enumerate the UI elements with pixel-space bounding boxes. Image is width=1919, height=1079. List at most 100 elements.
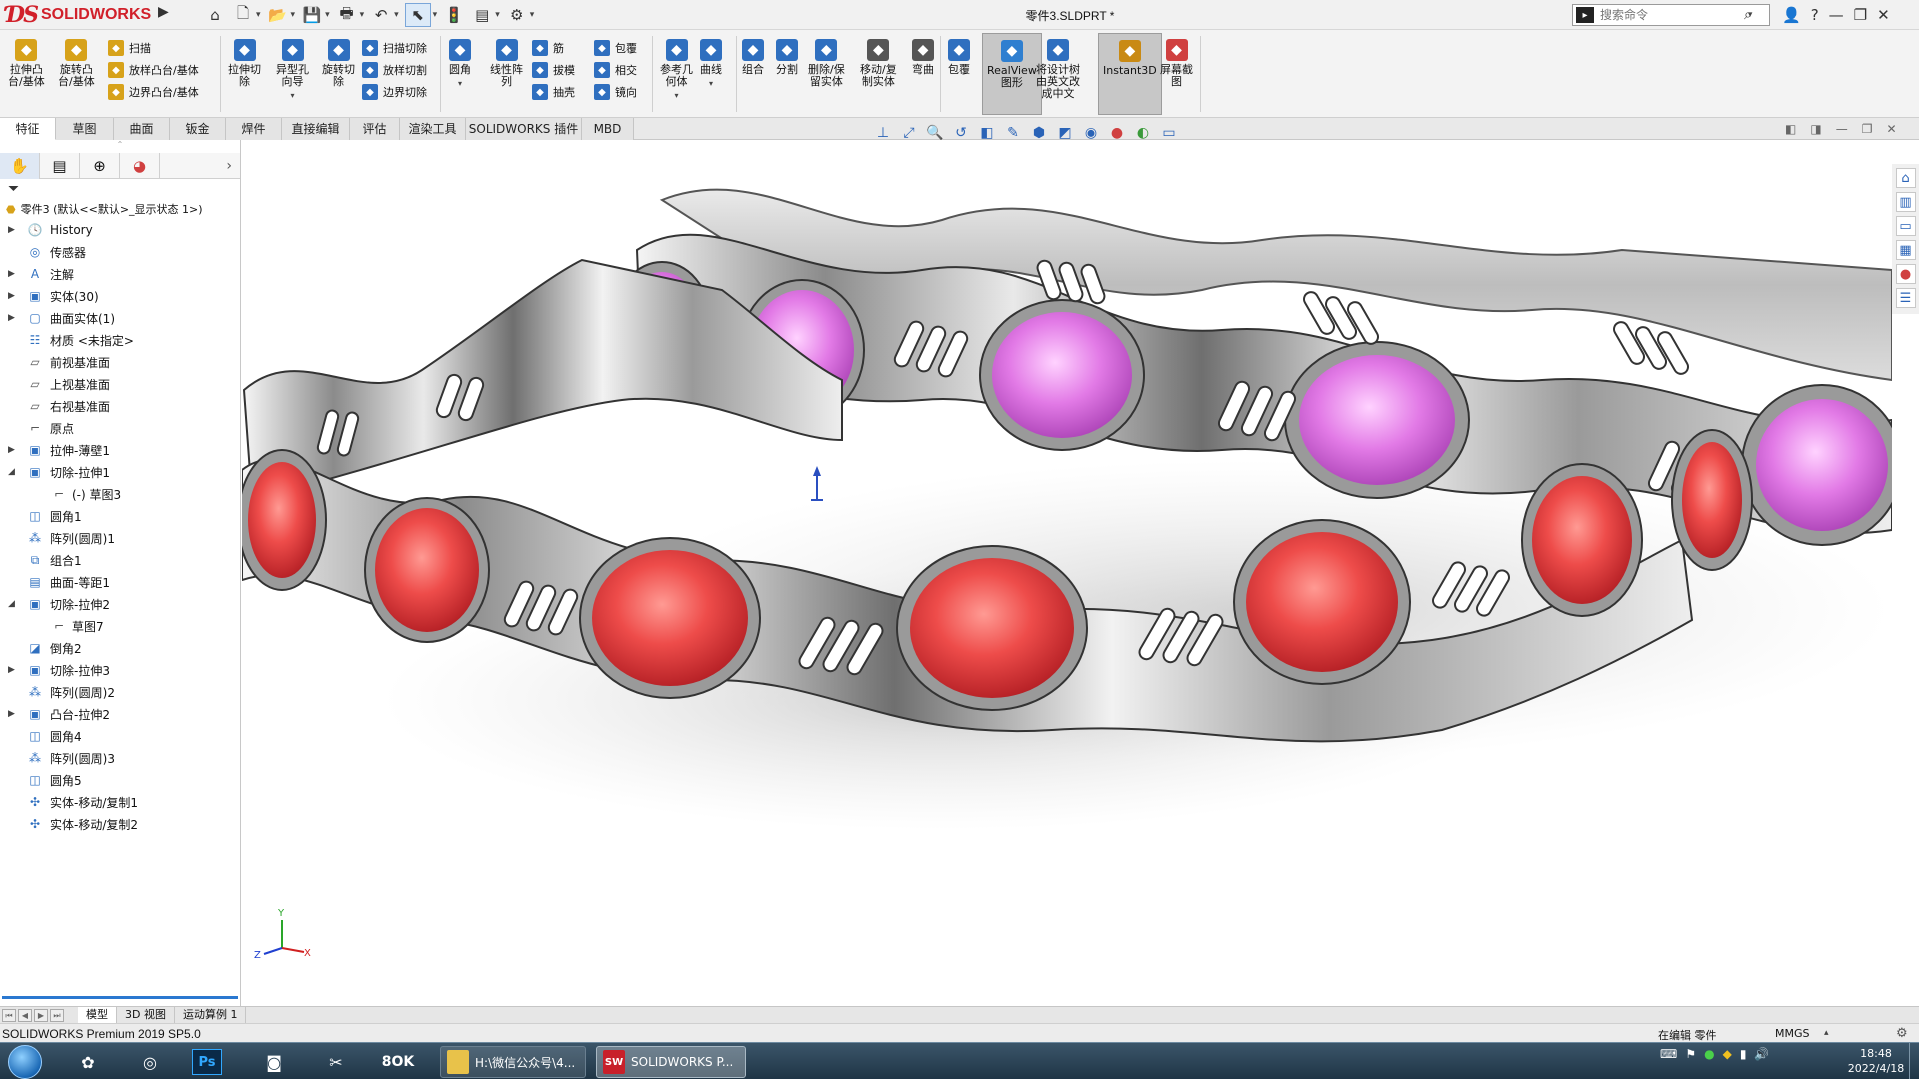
rollback-bar[interactable] bbox=[2, 996, 238, 999]
tree-node[interactable]: ⁂ 阵列(圆周)1 bbox=[0, 527, 240, 549]
tab-5[interactable]: 直接编辑 bbox=[282, 118, 350, 140]
open-document-icon[interactable]: 📂 bbox=[267, 3, 289, 27]
tab-prev-icon[interactable]: ◀ bbox=[18, 1008, 32, 1022]
custom-properties-icon[interactable]: ☰ bbox=[1895, 288, 1916, 308]
save-dropdown-icon[interactable]: ▾ bbox=[325, 10, 330, 20]
taskbar-clock[interactable]: 18:48 2022/4/18 bbox=[1846, 1046, 1906, 1076]
viewport-restore-icon[interactable]: ❐ bbox=[1862, 122, 1873, 136]
new-document-icon[interactable]: 🗋 bbox=[232, 3, 254, 27]
status-options-icon[interactable]: ⚙ bbox=[1896, 1026, 1908, 1041]
tree-node[interactable]: ◢ ▣ 切除-拉伸2 bbox=[0, 593, 240, 615]
tree-node[interactable]: ▶ ▢ 曲面实体(1) bbox=[0, 307, 240, 329]
command-split-button[interactable]: ◆ 分割 bbox=[776, 39, 798, 76]
command-combine-button[interactable]: ◆ 组合 bbox=[742, 39, 764, 76]
command-wrap-button[interactable]: ◆ 包覆 bbox=[948, 39, 970, 76]
minimize-icon[interactable]: — bbox=[1829, 6, 1844, 24]
command-shell-button[interactable]: ◆ 抽壳 bbox=[532, 84, 575, 100]
viewport-minimize-icon[interactable]: — bbox=[1836, 122, 1848, 136]
search-input[interactable] bbox=[1600, 8, 1740, 22]
command-hole-wizard-button[interactable]: ◆ 异型孔 向导 ▾ bbox=[276, 39, 309, 102]
new-dropdown-icon[interactable]: ▾ bbox=[256, 10, 261, 20]
command-extruded-boss-button[interactable]: ◆ 拉伸凸 台/基体 bbox=[8, 39, 45, 88]
file-explorer-icon[interactable]: ▭ bbox=[1895, 216, 1916, 236]
tray-wechat-icon[interactable]: ● bbox=[1704, 1047, 1714, 1061]
rebuild-icon[interactable]: 🚦 bbox=[443, 3, 465, 27]
tab-0[interactable]: 特征 bbox=[0, 118, 56, 140]
command-realview-button[interactable]: ◆ RealView 图形 bbox=[982, 33, 1042, 115]
command-reference-geometry-button[interactable]: ◆ 参考几 何体 ▾ bbox=[660, 39, 693, 102]
tab-next-icon[interactable]: ▶ bbox=[34, 1008, 48, 1022]
tab-4[interactable]: 焊件 bbox=[226, 118, 282, 140]
command-design-tree-button[interactable]: ◆ 将设计树 由英文改 成中文 bbox=[1036, 39, 1080, 100]
options-dropdown-icon[interactable]: ▾ bbox=[530, 10, 535, 20]
dropdown-arrow-icon[interactable]: ▾ bbox=[458, 78, 462, 90]
tree-node[interactable]: ⌐ 草图7 bbox=[0, 615, 240, 637]
browser-icon[interactable]: ◎ bbox=[130, 1046, 170, 1078]
command-extruded-cut-button[interactable]: ◆ 拉伸切 除 bbox=[228, 39, 261, 88]
command-revolved-cut-button[interactable]: ◆ 旋转切 除 bbox=[322, 39, 355, 88]
tree-node[interactable]: ▱ 前视基准面 bbox=[0, 351, 240, 373]
tab-3[interactable]: 钣金 bbox=[170, 118, 226, 140]
help-icon[interactable]: ? bbox=[1811, 6, 1819, 24]
expand-toggle-icon[interactable]: ◢ bbox=[8, 467, 18, 477]
search-dropdown-icon[interactable]: ▾ bbox=[1748, 10, 1753, 20]
tree-node[interactable]: ⁂ 阵列(圆周)2 bbox=[0, 681, 240, 703]
expand-toggle-icon[interactable]: ▶ bbox=[8, 445, 18, 455]
tray-keyboard-icon[interactable]: ⌨ bbox=[1660, 1047, 1677, 1061]
tree-node[interactable]: ⌐ (-) 草图3 bbox=[0, 483, 240, 505]
command-intersect-button[interactable]: ◆ 相交 bbox=[594, 62, 637, 78]
command-curves-button[interactable]: ◆ 曲线 ▾ bbox=[700, 39, 722, 90]
home-icon[interactable]: ⌂ bbox=[204, 3, 226, 27]
display-manager-tab-icon[interactable]: ◕ bbox=[120, 152, 160, 179]
dropdown-arrow-icon[interactable]: ▾ bbox=[674, 90, 678, 102]
select-dropdown-icon[interactable]: ▾ bbox=[433, 10, 438, 20]
tree-node[interactable]: ✣ 实体-移动/复制2 bbox=[0, 813, 240, 835]
filter-icon[interactable]: ⏷ bbox=[0, 179, 240, 199]
tray-network-icon[interactable]: ▮ bbox=[1740, 1047, 1747, 1061]
tree-node[interactable]: ◫ 圆角5 bbox=[0, 769, 240, 791]
expand-toggle-icon[interactable]: ▶ bbox=[8, 269, 18, 279]
solidworks-resources-icon[interactable]: ⌂ bbox=[1895, 168, 1916, 188]
screenshot-tool-icon[interactable]: ◙ bbox=[254, 1046, 294, 1078]
command-wrap-small-button[interactable]: ◆ 包覆 bbox=[594, 40, 637, 56]
expand-toggle-icon[interactable]: ▶ bbox=[8, 291, 18, 301]
tray-app-icon[interactable]: ◆ bbox=[1723, 1047, 1732, 1061]
tree-node[interactable]: ▶ 🕓 History bbox=[0, 219, 240, 241]
design-library-icon[interactable]: ▥ bbox=[1895, 192, 1916, 212]
expand-toggle-icon[interactable]: ▶ bbox=[8, 709, 18, 719]
command-move-copy-body-button[interactable]: ◆ 移动/复 制实体 bbox=[860, 39, 897, 88]
paint-scissors-icon[interactable]: ✂ bbox=[316, 1046, 356, 1078]
options-gear-icon[interactable]: ⚙ bbox=[506, 3, 528, 27]
command-screenshot-button[interactable]: ◆ 屏幕截 图 bbox=[1160, 39, 1193, 88]
units-dropdown-icon[interactable]: ▴ bbox=[1824, 1028, 1829, 1038]
undo-dropdown-icon[interactable]: ▾ bbox=[394, 10, 399, 20]
photoshop-icon[interactable]: Ps bbox=[192, 1049, 222, 1075]
tree-node[interactable]: ▤ 曲面-等距1 bbox=[0, 571, 240, 593]
command-boundary-boss-button[interactable]: ◆ 边界凸台/基体 bbox=[108, 84, 199, 100]
undo-icon[interactable]: ↶ bbox=[370, 3, 392, 27]
tree-node[interactable]: ▶ ▣ 拉伸-薄壁1 bbox=[0, 439, 240, 461]
bottom-tab-1[interactable]: 3D 视图 bbox=[117, 1006, 175, 1024]
expand-toggle-icon[interactable]: ▶ bbox=[8, 665, 18, 675]
command-flex-button[interactable]: ◆ 弯曲 bbox=[912, 39, 934, 76]
tree-node[interactable]: ▶ ▣ 实体(30) bbox=[0, 285, 240, 307]
tree-node[interactable]: ▱ 上视基准面 bbox=[0, 373, 240, 395]
dropdown-arrow-icon[interactable]: ▾ bbox=[290, 90, 294, 102]
graphics-area[interactable]: Y X Z bbox=[242, 140, 1892, 1006]
feature-tree-tab-icon[interactable]: ✋ bbox=[0, 152, 40, 179]
command-revolved-boss-button[interactable]: ◆ 旋转凸 台/基体 bbox=[58, 39, 95, 88]
taskbar-task[interactable]: SW SOLIDWORKS P... bbox=[596, 1046, 746, 1078]
tab-7[interactable]: 渲染工具 bbox=[400, 118, 466, 140]
command-boundary-cut-button[interactable]: ◆ 边界切除 bbox=[362, 84, 427, 100]
configuration-manager-tab-icon[interactable]: ⊕ bbox=[80, 152, 120, 179]
open-dropdown-icon[interactable]: ▾ bbox=[291, 10, 296, 20]
command-fillet-button[interactable]: ◆ 圆角 ▾ bbox=[449, 39, 471, 90]
command-instant3d-button[interactable]: ◆ Instant3D bbox=[1098, 33, 1162, 115]
more-tabs-chevron-icon[interactable]: › bbox=[226, 158, 232, 174]
select-pointer-icon[interactable]: ⬉ bbox=[404, 3, 431, 27]
menu-expand-arrow-icon[interactable]: ▶ bbox=[158, 4, 172, 26]
tree-node[interactable]: ☷ 材质 <未指定> bbox=[0, 329, 240, 351]
tab-6[interactable]: 评估 bbox=[350, 118, 400, 140]
tab-8[interactable]: SOLIDWORKS 插件 bbox=[466, 118, 582, 140]
app-launcher-flower-icon[interactable]: ✿ bbox=[68, 1046, 108, 1078]
